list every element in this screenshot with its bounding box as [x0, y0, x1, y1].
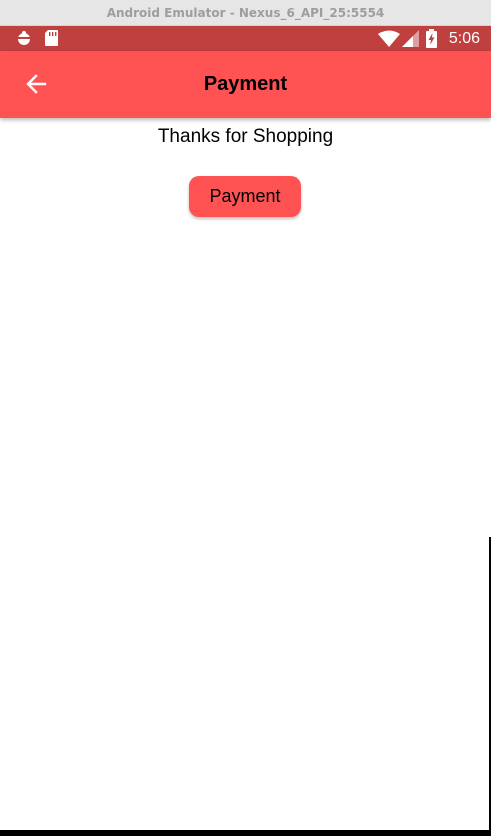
emulator-frame: Android Emulator - Nexus_6_API_25:5554 5… [0, 0, 491, 836]
emulator-title-bar: Android Emulator - Nexus_6_API_25:5554 [0, 0, 491, 26]
sd-card-icon [44, 29, 59, 47]
arrow-back-icon [25, 73, 47, 95]
wifi-icon [377, 30, 400, 47]
page-title: Payment [203, 73, 288, 95]
status-bar: 5:06 [0, 26, 491, 51]
window-bottom-edge [0, 830, 491, 836]
back-button[interactable] [16, 64, 56, 104]
status-time: 5:06 [448, 29, 480, 47]
status-right-group: 5:06 [377, 26, 480, 51]
window-title: Android Emulator - Nexus_6_API_25:5554 [106, 5, 385, 20]
app-bar: Payment [0, 51, 491, 118]
notification-icon [15, 29, 33, 47]
battery-charging-icon [425, 29, 437, 48]
payment-button[interactable]: Payment [189, 176, 301, 217]
page-content: Thanks for Shopping Payment [0, 118, 491, 830]
thanks-message: Thanks for Shopping [157, 126, 334, 147]
signal-icon [401, 30, 419, 47]
